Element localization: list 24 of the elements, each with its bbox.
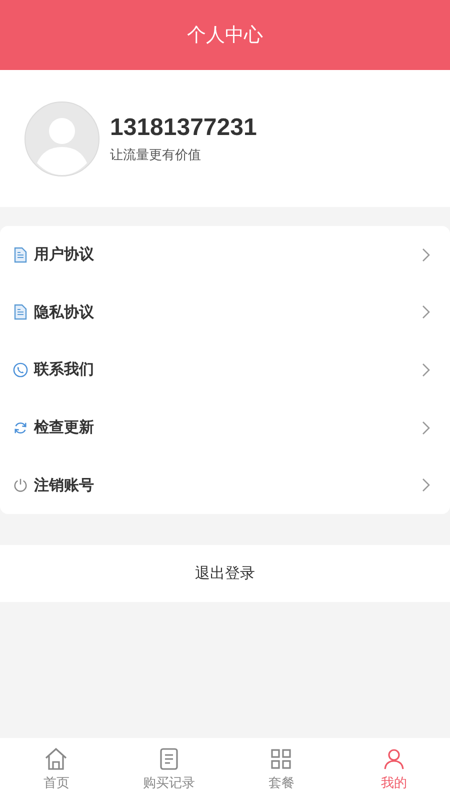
refresh-icon — [13, 420, 28, 436]
document-icon — [13, 246, 28, 263]
phone-number: 13181377231 — [110, 114, 257, 142]
power-icon — [13, 477, 28, 494]
menu-item[interactable]: 注销账号 — [0, 456, 450, 514]
logout-button[interactable]: 退出登录 — [0, 544, 450, 602]
chevron-right-icon — [422, 248, 430, 262]
chevron-right-icon — [422, 478, 430, 492]
tab[interactable]: 首页 — [0, 738, 112, 800]
menu-item[interactable]: 用户协议 — [0, 226, 450, 284]
chevron-right-icon — [422, 362, 430, 377]
menu-item[interactable]: 检查更新 — [0, 398, 450, 456]
chevron-right-icon — [422, 305, 430, 320]
menu-item[interactable]: 联系我们 — [0, 341, 450, 399]
home-icon — [43, 746, 70, 772]
avatar-icon — [24, 100, 100, 176]
tab[interactable]: 购买记录 — [112, 738, 225, 800]
document-icon — [13, 304, 28, 320]
page-title: 个人中心 — [187, 23, 263, 48]
chevron-right-icon — [422, 420, 430, 435]
tab[interactable]: 套餐 — [225, 738, 338, 800]
menu-item[interactable]: 隐私协议 — [0, 284, 450, 342]
phone-icon — [13, 362, 28, 378]
tagline: 让流量更有价值 — [110, 146, 202, 164]
